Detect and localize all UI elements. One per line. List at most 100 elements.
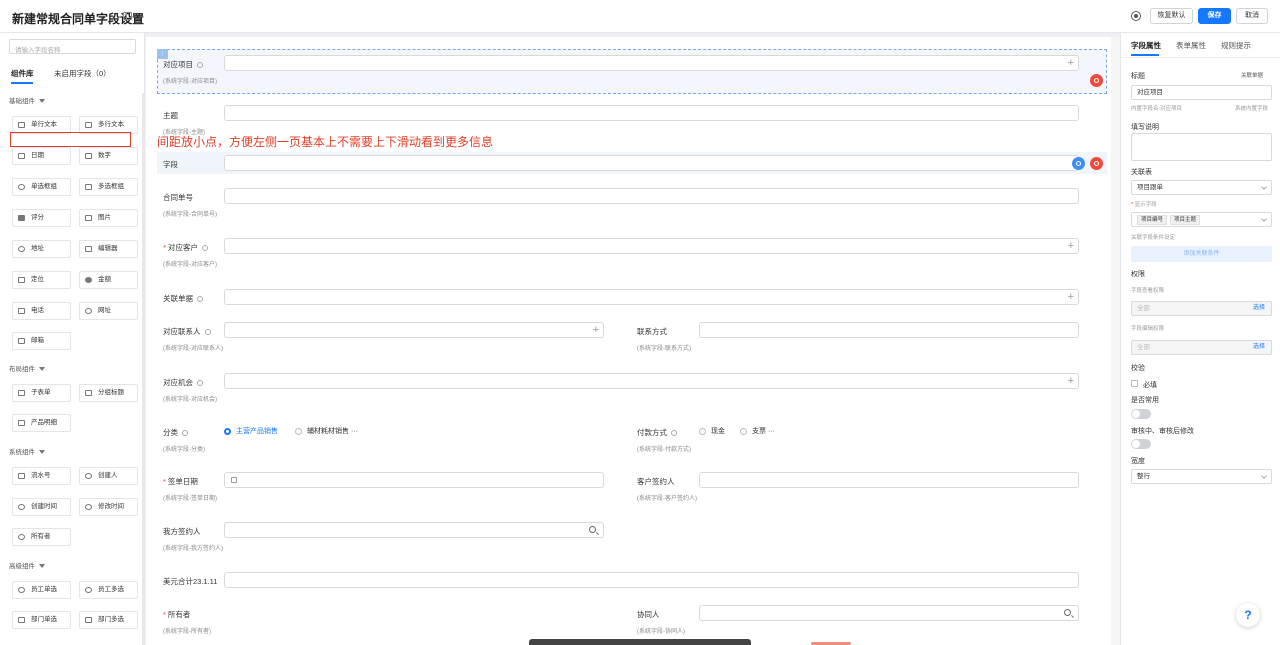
add-condition-button[interactable]: 添加关联条件 (1131, 246, 1272, 262)
phone-icon (18, 308, 25, 314)
component-owner[interactable]: 所有者 (12, 528, 71, 546)
component-email[interactable]: 邮箱 (12, 332, 71, 350)
select-link[interactable]: 选择 (1253, 302, 1265, 315)
help-icon[interactable]: ? (1236, 603, 1260, 627)
tab-field-properties[interactable]: 字段属性 (1131, 40, 1161, 51)
related-doc-input[interactable]: + (224, 289, 1079, 305)
component-number[interactable]: 数字 (79, 147, 138, 165)
cancel-button[interactable]: 取消 (1236, 8, 1268, 24)
opportunity-input[interactable]: + (224, 373, 1079, 389)
component-group-title[interactable]: 分组标题 (79, 384, 138, 402)
fill-desc-textarea[interactable] (1131, 133, 1272, 161)
related-table-select[interactable]: 项目跟单 (1131, 180, 1272, 195)
search-icon[interactable] (1064, 609, 1071, 616)
component-creator[interactable]: 创建人 (79, 467, 138, 485)
subject-input[interactable] (224, 105, 1079, 121)
component-create-time[interactable]: 创建时间 (12, 498, 71, 516)
edit-perm-select[interactable]: 全部 选择 (1131, 340, 1272, 355)
drag-handle[interactable]: ⋮ (157, 49, 168, 59)
component-employee-single[interactable]: 员工单选 (12, 581, 71, 599)
save-button[interactable]: 保存 (1198, 8, 1231, 24)
visibility-toggle-button[interactable] (1090, 157, 1103, 170)
component-department-single[interactable]: 部门单选 (12, 611, 71, 629)
search-icon[interactable] (589, 526, 596, 533)
related-cond-label: 关联字段条件设定 (1131, 235, 1176, 241)
field-search-input[interactable]: 请输入字段名称 (9, 39, 136, 54)
component-subform[interactable]: 子表单 (12, 384, 71, 402)
radio-consumables[interactable]: 辅材耗材销售 ··· (295, 426, 358, 436)
serial-icon (18, 473, 25, 479)
related-doc-link[interactable]: 关联单据 (1241, 71, 1263, 79)
restore-default-button[interactable]: 恢复默认 (1150, 8, 1193, 24)
user-icon (204, 329, 211, 336)
view-perm-select[interactable]: 全部 选择 (1131, 301, 1272, 316)
component-department-multi[interactable]: 部门多选 (79, 611, 138, 629)
component-serial-number[interactable]: 流水号 (12, 467, 71, 485)
component-editor[interactable]: 编辑器 (79, 240, 138, 258)
layout-icon[interactable] (123, 12, 132, 20)
section-system[interactable]: 系统组件 (9, 446, 45, 456)
display-field-select[interactable]: 项目编号 项目主题 (1131, 212, 1272, 227)
title-input[interactable]: 对应项目 (1131, 85, 1272, 100)
component-date[interactable]: 日期 (12, 147, 71, 165)
clock-icon (85, 504, 92, 510)
contact-method-input[interactable] (699, 322, 1079, 338)
common-toggle[interactable] (1131, 409, 1151, 419)
clock-icon (18, 504, 25, 510)
customer-input[interactable]: + (224, 238, 1079, 254)
radio-cash[interactable]: 现金 (699, 426, 725, 436)
tab-unused-fields[interactable]: 未启用字段（0） (54, 68, 111, 79)
component-checkbox-group[interactable]: 多选框组 (79, 178, 138, 196)
tag-project-subject[interactable]: 项目主题 (1170, 215, 1201, 225)
audit-modify-toggle[interactable] (1131, 439, 1151, 449)
copy-button[interactable] (1072, 157, 1085, 170)
plus-icon[interactable]: + (593, 324, 599, 336)
component-rating[interactable]: 评分 (12, 209, 71, 227)
tab-component-library[interactable]: 组件库 (11, 68, 34, 79)
plus-icon[interactable]: + (1068, 57, 1074, 69)
tab-form-properties[interactable]: 表单属性 (1176, 40, 1206, 51)
component-modify-time[interactable]: 修改时间 (79, 498, 138, 516)
component-radio-group[interactable]: 单选框组 (12, 178, 71, 196)
field-sub-customer: (系统字段-对应客户) (163, 262, 217, 268)
textarea-icon (85, 122, 92, 128)
our-signer-input[interactable] (224, 522, 604, 538)
tab-rule-hints[interactable]: 规则提示 (1221, 40, 1251, 51)
section-advanced[interactable]: 高级组件 (9, 560, 45, 570)
component-location[interactable]: 定位 (12, 271, 71, 289)
radio-main-product[interactable]: 主营产品销售 (224, 426, 278, 436)
contact-input[interactable]: + (224, 322, 604, 338)
edit-perm-label: 字段编辑权限 (1131, 326, 1165, 332)
plus-icon[interactable]: + (1068, 291, 1074, 303)
component-product-detail[interactable]: 产品明细 (12, 414, 71, 432)
section-layout[interactable]: 布局组件 (9, 363, 45, 373)
list-icon (671, 430, 677, 437)
usd-total-input[interactable] (224, 572, 1079, 588)
left-scrollbar[interactable] (142, 93, 145, 645)
visibility-toggle-button[interactable] (1090, 74, 1103, 87)
required-checkbox[interactable] (1131, 380, 1138, 387)
component-image[interactable]: 图片 (79, 209, 138, 227)
select-link[interactable]: 选择 (1253, 341, 1265, 354)
component-url[interactable]: 网址 (79, 302, 138, 320)
radio-check[interactable]: 支票 ··· (740, 426, 775, 436)
locate-icon (18, 277, 25, 283)
sign-date-input[interactable] (224, 472, 604, 488)
section-basic[interactable]: 基础组件 (9, 95, 45, 105)
contract-no-input[interactable] (224, 188, 1079, 204)
component-address[interactable]: 地址 (12, 240, 71, 258)
customer-signer-input[interactable] (699, 472, 1079, 488)
settings-icon[interactable] (1131, 11, 1141, 21)
canvas-scrollbar[interactable] (1111, 37, 1120, 645)
component-employee-multi[interactable]: 员工多选 (79, 581, 138, 599)
component-phone[interactable]: 电话 (12, 302, 71, 320)
width-select[interactable]: 整行 (1131, 469, 1272, 484)
plus-icon[interactable]: + (1068, 375, 1074, 387)
field-sub-payment: (系统字段-付款方式) (637, 447, 691, 453)
field-input[interactable] (224, 155, 1079, 171)
collaborator-input[interactable] (699, 605, 1079, 621)
plus-icon[interactable]: + (1068, 240, 1074, 252)
tag-project-no[interactable]: 项目编号 (1137, 215, 1168, 225)
project-input[interactable]: + (224, 55, 1079, 71)
component-amount[interactable]: 金额 (79, 271, 138, 289)
